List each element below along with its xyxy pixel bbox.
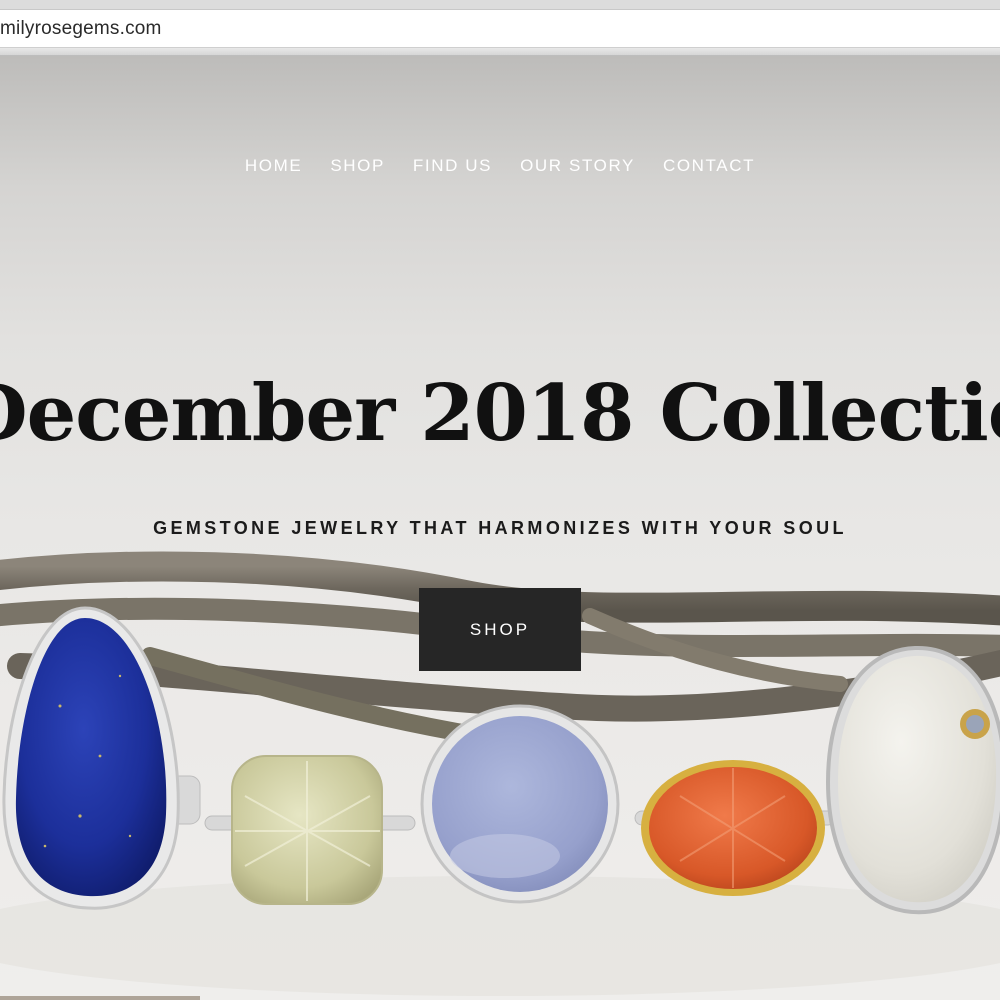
- address-bar[interactable]: milyrosegems.com: [0, 10, 1000, 48]
- hero-subtitle: GEMSTONE JEWELRY THAT HARMONIZES WITH YO…: [153, 518, 847, 538]
- shop-button[interactable]: SHOP: [419, 588, 581, 671]
- url-text[interactable]: milyrosegems.com: [0, 18, 162, 40]
- nav-item-contact[interactable]: CONTACT: [663, 156, 755, 176]
- browser-tab-strip: [0, 0, 1000, 10]
- hero-title: December 2018 Collection: [0, 368, 1000, 459]
- nav-item-find-us[interactable]: FIND US: [413, 156, 492, 176]
- hero-banner: HOME SHOP FIND US OUR STORY CONTACT Dece…: [0, 56, 1000, 1000]
- main-nav: HOME SHOP FIND US OUR STORY CONTACT: [0, 156, 1000, 176]
- nav-item-home[interactable]: HOME: [245, 156, 302, 176]
- browser-toolbar-divider: [0, 48, 1000, 56]
- nav-item-our-story[interactable]: OUR STORY: [520, 156, 635, 176]
- nav-item-shop[interactable]: SHOP: [330, 156, 385, 176]
